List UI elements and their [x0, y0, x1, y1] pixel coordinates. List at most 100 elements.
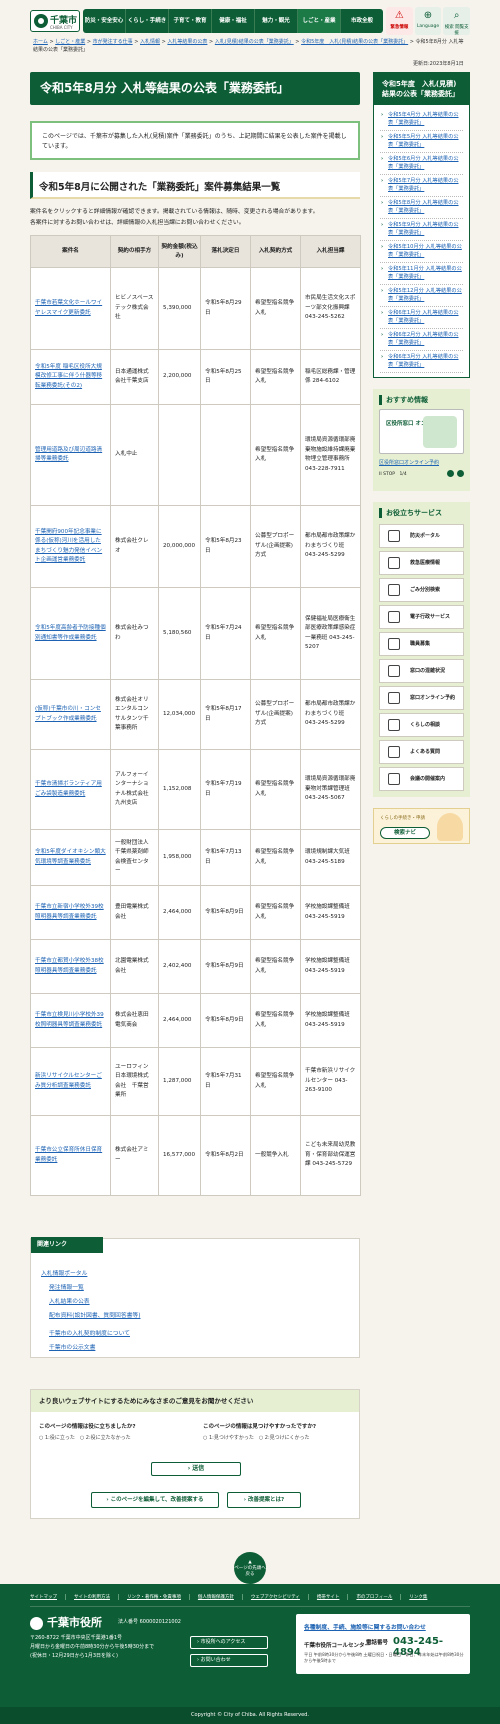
case-link[interactable]: 千葉市公立保育所休日保育業務委託: [35, 1147, 102, 1163]
contact-button[interactable]: › お問い合わせ: [190, 1654, 268, 1667]
sidebar-item[interactable]: 令和5年4月分 入札等結果の公表「業務委託」: [388, 112, 459, 126]
nav-kenko[interactable]: 健康・福祉: [212, 9, 255, 33]
case-link[interactable]: 千葉市立検見川小学校外39校照明器具等調査業務委託: [35, 1012, 104, 1028]
service-sodan[interactable]: くらしの相談: [379, 713, 464, 737]
nav-kosodate[interactable]: 子育て・教育: [169, 9, 212, 33]
service-shokuin[interactable]: 職員募集: [379, 632, 464, 656]
footer-link[interactable]: サイトの利用方法: [74, 1594, 119, 1600]
cell: 学校施設課整備班 043-245-5919: [300, 939, 361, 994]
header-buttons: ⚠ 緊急情報 ⊕ Language ⌕ 検索 閲覧支援: [386, 7, 471, 36]
case-link[interactable]: 令和5年度高齢者予防接種個別通知書等作成業務委託: [35, 625, 106, 641]
call-title-link[interactable]: 各種制度、手続、施設等に関するお問い合わせ: [304, 1622, 426, 1631]
city-logo[interactable]: 千葉市 CHIBA CITY: [30, 10, 80, 32]
cell: 学校施設課整備班 043-245-5919: [300, 993, 361, 1048]
case-link[interactable]: 千葉市立都賀小学校外38校照明器具等調査業務委託: [35, 958, 104, 974]
sidebar-item[interactable]: 令和5年5月分 入札等結果の公表「業務委託」: [388, 134, 459, 148]
sidebar-title: 令和5年度 入札(見積)結果の公表「業務委託」: [374, 73, 469, 105]
nav-shisei[interactable]: 市政全般: [341, 9, 383, 33]
cell: 令和5年7月31日: [200, 1047, 251, 1116]
navi-character-icon: [437, 813, 463, 841]
slider-stop-button[interactable]: II STOP 1/4: [379, 471, 407, 477]
sidebar-item[interactable]: 令和5年7月分 入札等結果の公表「業務委託」: [388, 178, 459, 192]
related-link[interactable]: 発注情報一覧: [49, 1285, 84, 1291]
footer-link[interactable]: リンク集: [409, 1594, 435, 1600]
footer-link[interactable]: リンク・著作権・免責事項: [127, 1594, 190, 1600]
footer-link[interactable]: 個人情報保護方針: [198, 1594, 243, 1600]
case-link[interactable]: 千葉市立新宿小学校外39校照明器具等調査業務委託: [35, 904, 104, 920]
sidebar-item[interactable]: 令和6年1月分 入札等結果の公表「業務委託」: [388, 310, 459, 324]
breadcrumb-nyusatsu[interactable]: 入札情報: [140, 39, 160, 45]
sidebar-item[interactable]: 令和5年6月分 入札等結果の公表「業務委託」: [388, 156, 459, 170]
sidebar-item[interactable]: 令和5年8月分 入札等結果の公表「業務委託」: [388, 200, 459, 214]
breadcrumb-hacchu[interactable]: 市が発注する仕事: [93, 39, 133, 45]
case-link[interactable]: 新浜リサイクルセンターごみ質分析調査業務委託: [35, 1073, 102, 1089]
prev-icon[interactable]: [447, 470, 454, 477]
feedback-q2-options[interactable]: ○ 1:見つけやすかった ○ 2:見つけにくかった: [203, 1434, 310, 1441]
cell: 5,390,000: [158, 267, 201, 350]
breadcrumb-r5[interactable]: 令和5年度 入札(見積)結果の公表「業務委託」: [301, 39, 408, 45]
warning-icon: ⚠: [394, 10, 404, 21]
breadcrumb-shigoto[interactable]: しごと・産業: [55, 39, 85, 45]
related-link[interactable]: 千葉市の公示文書: [49, 1345, 95, 1351]
service-denshi[interactable]: 電子行政サービス: [379, 605, 464, 629]
recommended-banner[interactable]: 区役所窓口 オンライン予約: [379, 409, 464, 454]
breadcrumb-gyomu[interactable]: 入札(見積)結果の公表「業務委託」: [215, 39, 294, 45]
case-link[interactable]: 令和5年度ダイオキシン類大気環境等調査業務委託: [35, 849, 106, 865]
related-link[interactable]: 入札情報ポータル: [41, 1271, 87, 1277]
sidebar-item[interactable]: 令和5年10月分 入札等結果の公表「業務委託」: [388, 244, 462, 258]
related-link[interactable]: 配布資料(設計図書、質問回答書等): [49, 1313, 140, 1319]
emergency-button[interactable]: ⚠ 緊急情報: [386, 7, 413, 35]
case-link[interactable]: (仮称)千葉市の川・コンセプトブック作成業務委託: [35, 706, 101, 722]
service-bousai[interactable]: 防災ポータル: [379, 524, 464, 548]
related-link[interactable]: 千葉市の入札契約制度について: [49, 1331, 130, 1337]
cell: 1,958,000: [158, 829, 201, 886]
sidebar-item[interactable]: 令和6年3月分 入札等結果の公表「業務委託」: [388, 354, 459, 368]
service-konzatsu[interactable]: 窓口の混雑状況: [379, 659, 464, 683]
what-suggest-button[interactable]: › 改善提案とは?: [227, 1492, 301, 1508]
service-faq[interactable]: よくある質問: [379, 740, 464, 764]
send-button[interactable]: › 送信: [151, 1462, 241, 1476]
feedback-q1-options[interactable]: ○ 1:役に立った ○ 2:役に立たなかった: [39, 1434, 131, 1441]
next-icon[interactable]: [457, 470, 464, 477]
sidebar-item[interactable]: 令和5年9月分 入札等結果の公表「業務委託」: [388, 222, 459, 236]
cell: 2,200,000: [158, 349, 201, 405]
footer-link[interactable]: ウェブアクセシビリティ: [251, 1594, 309, 1600]
case-link[interactable]: 千葉市若葉文化ホールワイヤレスマイク更新委託: [35, 300, 102, 316]
nav-miryoku[interactable]: 魅力・観光: [255, 9, 298, 33]
cell: 希望型指名競争入札: [250, 993, 301, 1048]
search-navi-banner[interactable]: くらしの手続き・申請 検索ナビ: [373, 808, 470, 844]
footer-link[interactable]: 市のプロフィール: [356, 1594, 402, 1600]
edit-suggest-button[interactable]: › このページを編集して、改善提案する: [91, 1492, 219, 1508]
breadcrumb-home[interactable]: ホーム: [33, 39, 48, 45]
nav-bousai[interactable]: 防災・安全安心: [83, 9, 126, 33]
cell: 環境規制課大気班 043-245-5189: [300, 829, 361, 886]
search-button[interactable]: ⌕ 検索 閲覧支援: [443, 7, 471, 36]
footer-link[interactable]: 携帯サイト: [317, 1594, 349, 1600]
case-link[interactable]: 千葉市清掃ボランティア用ごみ袋製造業務委託: [35, 781, 102, 797]
nav-kurashi[interactable]: くらし・手続き: [126, 9, 169, 33]
service-kyukyu[interactable]: 救急医療情報: [379, 551, 464, 575]
back-to-top-button[interactable]: ▲ ページの先頭へ戻る: [234, 1552, 266, 1584]
results-table: 案件名 契約の相手方 契約金額(税込み) 落札決定日 入札契約方式 入札担当課 …: [30, 235, 361, 1196]
sidebar-item[interactable]: 令和5年11月分 入札等結果の公表「業務委託」: [388, 266, 462, 280]
sidebar-item[interactable]: 令和5年12月分 入札等結果の公表「業務委託」: [388, 288, 462, 302]
service-yoyaku[interactable]: 窓口オンライン予約: [379, 686, 464, 710]
footer-link[interactable]: サイトマップ: [30, 1594, 66, 1600]
cell: 1,152,008: [158, 749, 201, 830]
related-link[interactable]: 入札結果の公表: [49, 1299, 90, 1305]
case-link[interactable]: 管理用道路及び周辺道路清掃等業務委託: [35, 447, 102, 463]
language-button[interactable]: ⊕ Language: [414, 7, 442, 35]
cell: 株式会社恵田電気商会: [110, 993, 159, 1048]
nav-shigoto[interactable]: しごと・産業: [298, 9, 341, 33]
breadcrumb-kekka[interactable]: 入札等結果の公表: [167, 39, 207, 45]
computer-icon: [388, 611, 400, 623]
case-link[interactable]: 千葉開府900年記念事業に係る(仮称)河川を活用したまちづくり魅力発信イベント企…: [35, 529, 102, 564]
service-kaigi[interactable]: 会議の開催案内: [379, 767, 464, 791]
banner-link[interactable]: 区役所窓口オンライン予約: [379, 459, 464, 466]
sidebar-item[interactable]: 令和6年2月分 入札等結果の公表「業務委託」: [388, 332, 459, 346]
phone-icon: [388, 692, 400, 704]
edit-suggest-label: このページを編集して、改善提案する: [110, 1497, 204, 1503]
case-link[interactable]: 令和5年度 稲毛区役所大規模改修工事に伴う什器等移転業務委託(その2): [35, 364, 102, 389]
service-gomi[interactable]: ごみ分別検索: [379, 578, 464, 602]
access-button[interactable]: › 市役所へのアクセス: [190, 1636, 268, 1649]
